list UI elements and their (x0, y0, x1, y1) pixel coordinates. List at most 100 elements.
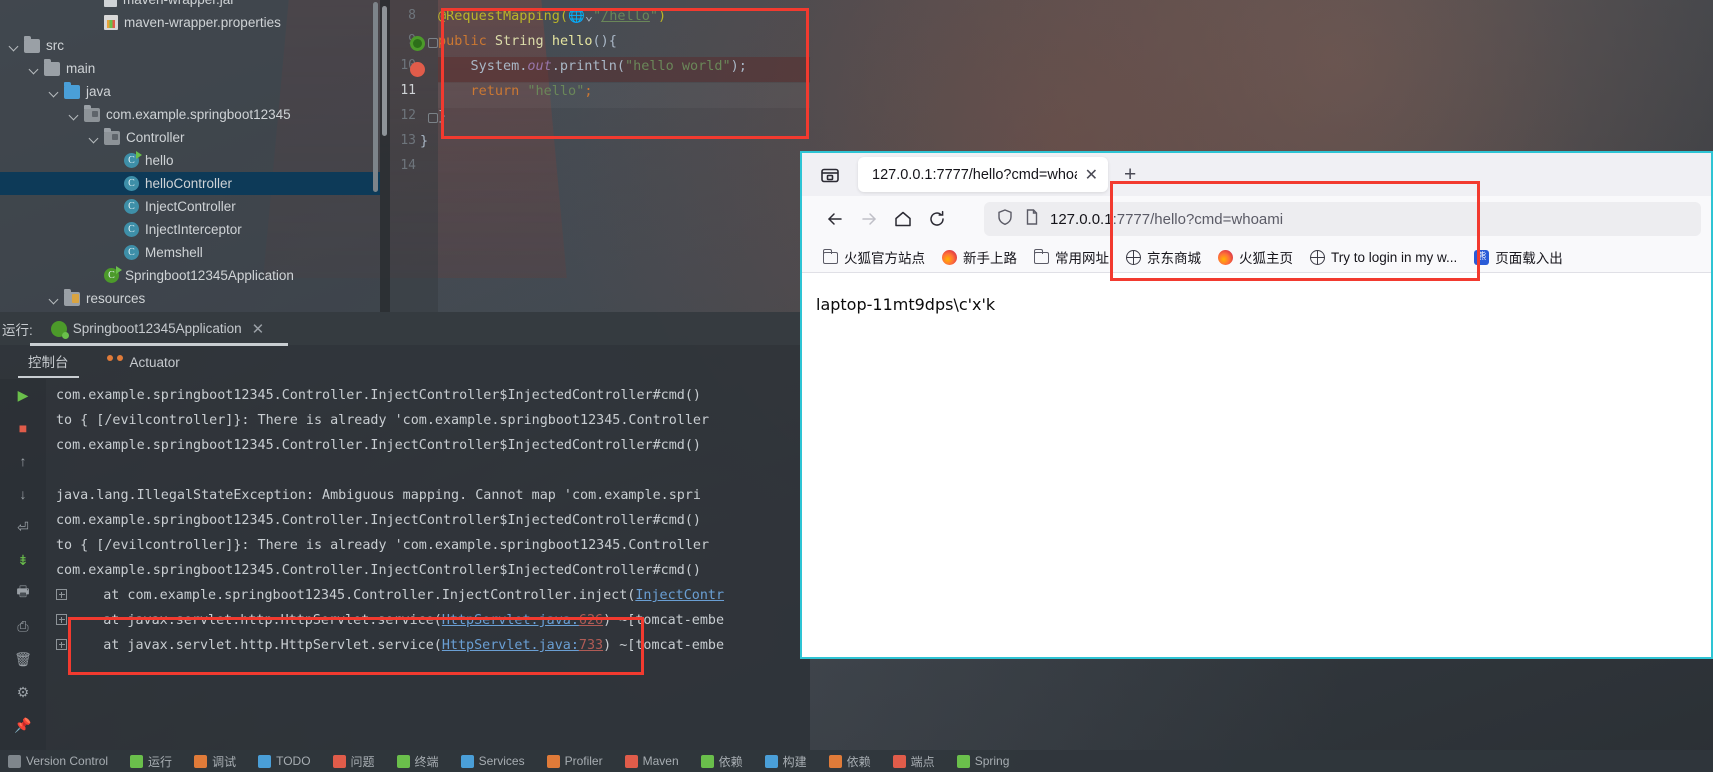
settings-icon[interactable]: ⚙ (13, 682, 33, 702)
project-tree-scrollbar[interactable] (373, 2, 378, 192)
bottom-bar-item[interactable]: 依赖 (700, 753, 743, 770)
tab-console[interactable]: 控制台 (18, 346, 79, 378)
scroll-to-end-icon[interactable]: ⇟ (13, 550, 33, 570)
bottom-bar-item[interactable]: 问题 (332, 753, 375, 770)
bookmark-label: 常用网址 (1055, 251, 1109, 266)
pin-icon[interactable]: 📌 (13, 715, 33, 735)
export-icon[interactable]: ⎙ (13, 616, 33, 636)
bottom-bar-item[interactable]: 调试 (194, 753, 236, 770)
expand-icon[interactable] (56, 639, 67, 650)
line-number-13: 13 (400, 133, 416, 148)
home-icon[interactable] (886, 202, 920, 236)
tree-item-memshell[interactable]: C Memshell (0, 241, 380, 264)
chevron-down-icon[interactable] (28, 62, 41, 75)
soft-wrap-icon[interactable]: ⏎ (13, 517, 33, 537)
run-toolbar[interactable]: ▶ ■ ↑ ↓ ⏎ ⇟ 🖶 ⎙ 🗑 ⚙ 📌 (0, 379, 46, 772)
bottom-bar-item[interactable]: 终端 (396, 753, 439, 770)
bookmark-item[interactable]: 熊页面载入出 (1467, 244, 1570, 270)
bookmark-item[interactable]: Try to login in my w... (1303, 247, 1464, 268)
bottom-bar-item[interactable]: Profiler (546, 754, 603, 768)
tree-item-injectinterceptor[interactable]: C InjectInterceptor (0, 218, 380, 241)
bookmark-item[interactable]: 新手上路 (935, 244, 1024, 270)
project-tree-panel[interactable]: maven-wrapper.jar maven-wrapper.propertie… (0, 0, 380, 312)
tree-item-label: maven-wrapper.jar (123, 0, 235, 11)
spring-bean-icon[interactable] (410, 36, 425, 51)
address-bar[interactable]: 127.0.0.1:7777/hello?cmd=whoami (984, 202, 1701, 236)
print-icon[interactable]: 🖶 (13, 583, 33, 603)
tree-item-hello[interactable]: Chello (0, 149, 380, 172)
new-tab-button[interactable]: + (1124, 164, 1136, 185)
tree-item-com-example-springboot12345[interactable]: com.example.springboot12345 (0, 103, 380, 126)
down-arrow-icon[interactable]: ↓ (13, 484, 33, 504)
bottom-bar-icon (460, 754, 474, 768)
tree-item-resources[interactable]: resources (0, 287, 380, 310)
rerun-icon[interactable]: ▶ (13, 385, 33, 405)
ide-bottom-toolbar[interactable]: Version Control 运行 调试 TODO 问题 终端 Services Profi… (0, 750, 1713, 772)
run-console-panel[interactable]: 运行: Springboot12345Application ✕ 控制台 Act… (0, 312, 810, 772)
tree-item-label: hello (145, 153, 174, 168)
tree-item-src[interactable]: src (0, 34, 380, 57)
bookmark-item[interactable]: 常用网址 (1027, 244, 1116, 270)
run-configuration-tab[interactable]: Springboot12345Application ✕ (45, 317, 270, 341)
bookmark-item[interactable]: 京东商城 (1119, 244, 1208, 270)
browser-tab[interactable]: 127.0.0.1:7777/hello?cmd=whoa ✕ (858, 157, 1108, 192)
code-fold-end-icon[interactable] (428, 113, 438, 123)
list-all-tabs-icon[interactable] (802, 153, 858, 196)
firefox-window[interactable]: 127.0.0.1:7777/hello?cmd=whoa ✕ + 127.0.… (800, 151, 1713, 659)
bottom-bar-item[interactable]: Maven (624, 754, 679, 768)
bottom-bar-item[interactable]: Services (460, 754, 525, 768)
console-line: to { [/evilcontroller]}: There is alread… (56, 413, 710, 428)
tree-item-java[interactable]: java (0, 80, 380, 103)
breakpoint-icon[interactable] (410, 62, 425, 77)
browser-nav-bar[interactable]: 127.0.0.1:7777/hello?cmd=whoami (802, 196, 1711, 242)
back-icon[interactable] (818, 202, 852, 236)
trash-icon[interactable]: 🗑 (13, 649, 33, 669)
tree-item-springboot12345application[interactable]: C Springboot12345Application (0, 264, 380, 287)
bottom-bar-item[interactable]: Spring (956, 754, 1009, 768)
bottom-bar-item[interactable]: 端点 (892, 753, 935, 770)
close-icon[interactable]: ✕ (252, 320, 265, 338)
browser-tab-strip[interactable]: 127.0.0.1:7777/hello?cmd=whoa ✕ + (802, 153, 1711, 196)
address-bar-url[interactable]: 127.0.0.1:7777/hello?cmd=whoami (1050, 211, 1283, 228)
bookmarks-bar[interactable]: 火狐官方站点 新手上路 常用网址 京东商城 火狐主页 Try to login in my… (802, 242, 1711, 273)
expand-icon[interactable] (56, 589, 67, 600)
tab-actuator[interactable]: Actuator (97, 350, 190, 375)
reload-icon[interactable] (920, 202, 954, 236)
code-fold-icon[interactable] (428, 38, 438, 48)
page-info-icon[interactable] (1024, 208, 1040, 231)
bookmark-item[interactable]: 火狐主页 (1211, 244, 1300, 270)
tree-item-controller[interactable]: Controller (0, 126, 380, 149)
bottom-bar-item[interactable]: Version Control (8, 754, 108, 768)
chevron-down-icon[interactable] (48, 292, 61, 305)
bottom-bar-item[interactable]: 运行 (130, 753, 172, 770)
bottom-bar-icon (956, 754, 970, 768)
expand-icon[interactable] (56, 614, 67, 625)
shield-icon[interactable] (996, 208, 1014, 231)
chevron-down-icon[interactable] (68, 108, 81, 121)
chevron-down-icon[interactable] (8, 39, 21, 52)
tree-item-injectcontroller[interactable]: C InjectController (0, 195, 380, 218)
package-icon (104, 127, 120, 145)
forward-icon (852, 202, 886, 236)
tree-item-maven-wrapper-properties[interactable]: maven-wrapper.properties (0, 11, 380, 34)
bottom-bar-icon (8, 754, 21, 768)
close-icon[interactable]: ✕ (1083, 165, 1100, 185)
tree-item-maven-wrapper-jar[interactable]: maven-wrapper.jar (0, 0, 380, 11)
chevron-down-icon[interactable] (88, 131, 101, 144)
code-editor[interactable]: 8 9 10 11 12 13 14 @RequestMapping(🌐⌄"/h… (380, 0, 810, 312)
stop-icon[interactable]: ■ (13, 418, 33, 438)
address-bar-path: :7777/hello?cmd=whoami (1112, 210, 1284, 228)
up-arrow-icon[interactable]: ↑ (13, 451, 33, 471)
console-output[interactable]: com.example.springboot12345.Controller.I… (46, 379, 810, 772)
bottom-bar-item[interactable]: 依赖 (828, 753, 871, 770)
run-sub-tabs[interactable]: 控制台 Actuator (0, 345, 810, 379)
tree-item-hellocontroller[interactable]: ChelloController (0, 172, 380, 195)
bottom-bar-item[interactable]: 构建 (764, 753, 807, 770)
tree-item-main[interactable]: main (0, 57, 380, 80)
bookmark-item[interactable]: 火狐官方站点 (816, 244, 932, 270)
bottom-bar-item[interactable]: TODO (258, 754, 311, 768)
chevron-down-icon[interactable] (48, 85, 61, 98)
